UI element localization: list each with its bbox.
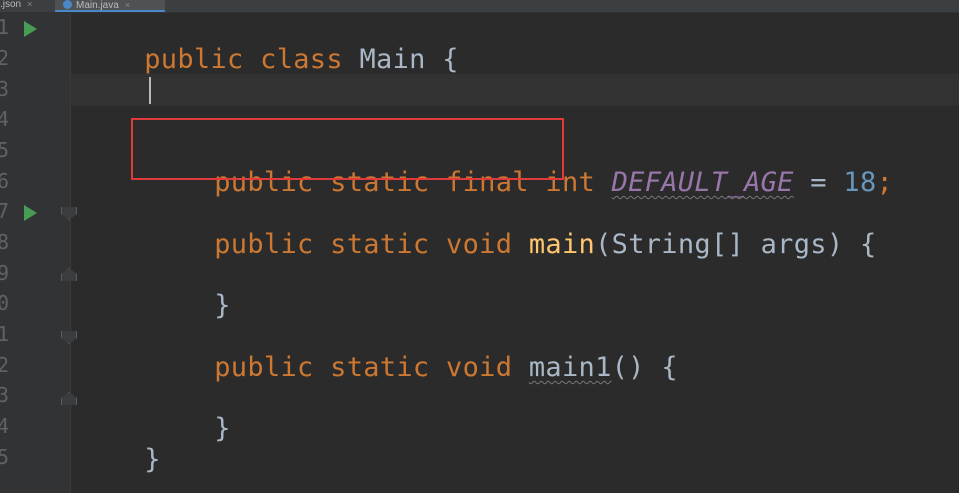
close-icon[interactable]: × [125,1,130,10]
run-class-icon[interactable] [24,21,37,37]
code-editor[interactable]: .json × Main.java × 1 2 3 4 5 6 7 8 9 0 1 … [0,0,959,493]
open-brace: { [442,44,459,75]
close-brace: } [214,290,231,321]
parameter-list: () [611,352,645,383]
close-brace: } [144,444,161,475]
fold-icon[interactable] [61,268,77,281]
line-number: 8 [0,230,10,254]
close-icon[interactable]: × [27,0,32,9]
line-number: 3 [0,77,10,101]
keyword-class: class [260,44,343,75]
code-line-main-method[interactable]: public static void main(String[] args) { [148,197,877,293]
line-number: 2 [0,46,10,70]
keyword-public: public [144,44,244,75]
keyword-void: void [446,229,513,260]
line-number: 2 [0,353,10,377]
tab-label: .json [0,0,22,10]
keyword-void: void [446,352,513,383]
keyword-public: public [214,352,314,383]
tab-label: Main.java [76,0,119,11]
constant-name: DEFAULT_AGE [611,167,794,198]
fold-icon[interactable] [61,207,77,220]
code-line-class-declaration[interactable]: public class Main { [78,12,459,108]
class-name: Main [359,44,426,75]
line-number: 5 [0,138,10,162]
parameter-list: (String[] args) [595,229,844,260]
tab-main-java[interactable]: Main.java × [55,0,165,12]
fold-icon[interactable] [61,392,77,405]
keyword-public: public [214,229,314,260]
keyword-static: static [330,352,430,383]
open-brace: { [859,229,877,260]
line-number: 7 [0,199,10,223]
run-main-icon[interactable] [24,205,37,221]
code-line-class-close-brace[interactable]: } [78,412,161,493]
line-number: 1 [0,15,10,39]
line-number: 0 [0,291,10,315]
line-number: 4 [0,414,10,438]
line-number: 5 [0,445,10,469]
line-number: 1 [0,322,10,346]
line-number: 4 [0,107,10,131]
unused-method-name: main1 [528,352,612,383]
java-class-icon [63,0,72,9]
annotation-highlight-box [131,118,564,180]
semicolon: ; [876,167,894,198]
line-gutter[interactable]: 1 2 3 4 5 6 7 8 9 0 1 2 3 4 5 [0,13,77,493]
method-name: main [528,229,596,260]
number-literal: 18 [843,167,877,198]
line-number: 9 [0,261,10,285]
open-brace: { [661,352,678,383]
keyword-static: static [330,229,430,260]
assign-operator: = [810,167,827,198]
line-number: 6 [0,169,10,193]
line-number: 3 [0,383,10,407]
close-brace: } [214,413,231,444]
fold-icon[interactable] [61,331,77,344]
tab-json-file[interactable]: .json × [0,0,52,12]
